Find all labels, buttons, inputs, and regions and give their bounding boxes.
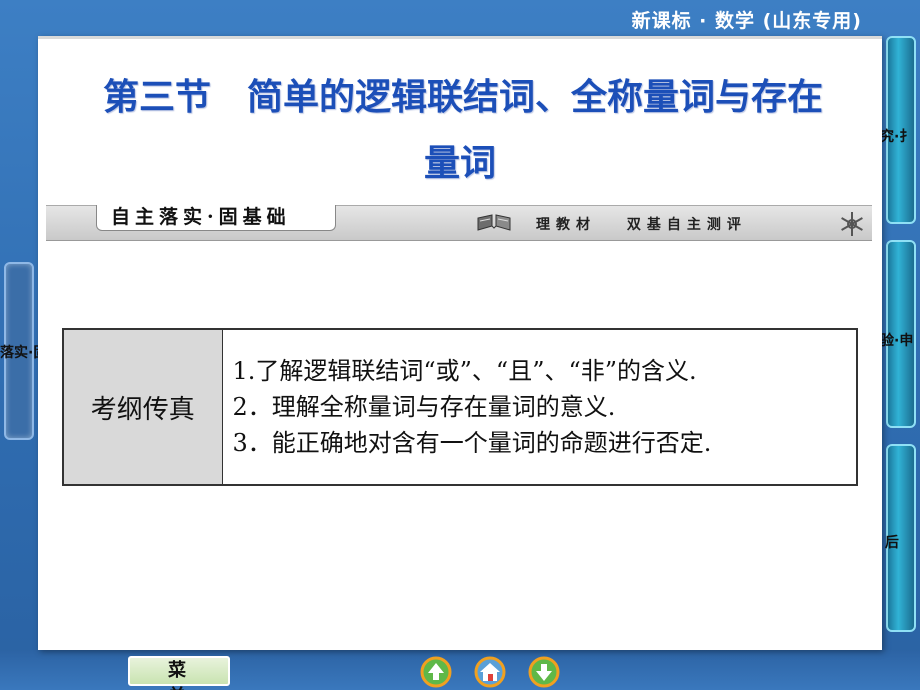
- course-header-title: 新课标 · 数学 (山东专用): [631, 10, 862, 32]
- requirements-label: 考纲传真: [62, 328, 223, 486]
- home-icon[interactable]: [474, 656, 506, 688]
- menu-button[interactable]: 菜单: [128, 656, 230, 690]
- prev-arrow-icon[interactable]: [420, 656, 452, 688]
- requirements-content: 1.了解逻辑联结词“或”、“且”、“非”的含义. 2．理解全称量词与存在量词的意…: [221, 328, 858, 486]
- snowflake-icon: [841, 212, 863, 236]
- slide-title-line-2: 量词: [423, 143, 496, 184]
- slide-title-line-1: 第三节 简单的逻辑联结词、全称量词与存在: [102, 77, 823, 118]
- section-banner: 自主落实·固基础 理教材 双基自主测评: [46, 205, 872, 241]
- next-arrow-icon[interactable]: [528, 656, 560, 688]
- section-banner-tab: 自主落实·固基础: [96, 205, 336, 231]
- slide-title: 第三节 简单的逻辑联结词、全称量词与存在 量词: [38, 65, 882, 197]
- open-book-icon: [477, 214, 511, 231]
- requirement-item: 2．理解全称量词与存在量词的意义.: [232, 393, 616, 421]
- requirements-table: 考纲传真 1.了解逻辑联结词“或”、“且”、“非”的含义. 2．理解全称量词与存…: [62, 328, 858, 486]
- requirement-item: 1.了解逻辑联结词“或”、“且”、“非”的含义.: [232, 357, 697, 385]
- section-banner-slogan: 理教材 双基自主测评: [536, 217, 747, 233]
- slide-canvas: 第三节 简单的逻辑联结词、全称量词与存在 量词 自主落实·固基础 理教材 双基自…: [38, 36, 882, 650]
- requirement-item: 3．能正确地对含有一个量词的命题进行否定.: [232, 429, 712, 457]
